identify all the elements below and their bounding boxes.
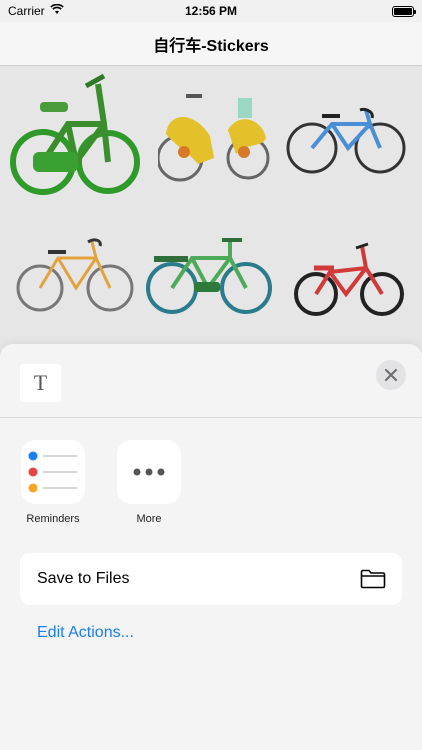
page-title: 自行车-Stickers xyxy=(153,37,269,55)
yellow-scooter-bicycle-sticker[interactable] xyxy=(158,92,270,188)
close-button[interactable] xyxy=(376,360,406,390)
more-icon xyxy=(117,440,181,504)
red-bicycle-sticker[interactable] xyxy=(294,242,404,318)
green-city-bicycle-sticker[interactable] xyxy=(146,234,274,316)
action-label: Save to Files xyxy=(37,570,130,587)
wifi-icon xyxy=(49,3,64,18)
status-time: 12:56 PM xyxy=(184,4,238,18)
battery-icon xyxy=(392,5,416,17)
blue-road-bicycle-sticker[interactable] xyxy=(286,106,406,176)
app-label: More xyxy=(136,513,162,525)
orange-bicycle-sticker[interactable] xyxy=(16,236,134,316)
green-bicycle-sticker[interactable] xyxy=(8,74,140,204)
app-label: Reminders xyxy=(26,513,80,525)
save-to-files-action[interactable]: Save to Files xyxy=(20,553,402,605)
share-app-more[interactable]: More xyxy=(116,440,182,525)
share-apps-row: Reminders More xyxy=(20,440,182,525)
status-bar: Carrier 12:56 PM xyxy=(0,0,422,22)
folder-icon xyxy=(360,569,386,589)
navigation-bar: 自行车-Stickers xyxy=(0,22,422,66)
share-sheet-header: T xyxy=(0,344,422,418)
share-sheet: T Reminders More Save to Files Edit Acti… xyxy=(0,344,422,750)
reminders-icon xyxy=(21,440,85,504)
shared-item-thumbnail: T xyxy=(20,364,61,402)
carrier-label: Carrier xyxy=(8,4,45,18)
edit-actions-link[interactable]: Edit Actions... xyxy=(37,624,134,642)
text-cursor-icon: T xyxy=(33,370,48,395)
close-icon xyxy=(384,368,398,382)
sticker-grid xyxy=(0,66,422,366)
share-app-reminders[interactable]: Reminders xyxy=(20,440,86,525)
